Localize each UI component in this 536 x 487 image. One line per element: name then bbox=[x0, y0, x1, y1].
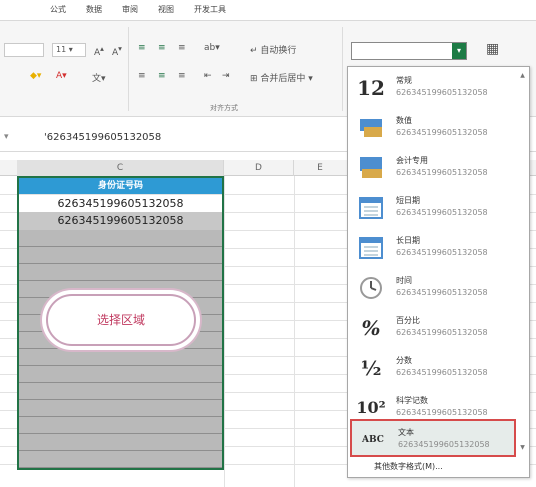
calendar-icon bbox=[356, 233, 386, 263]
conditional-format-icon[interactable]: ▦ bbox=[486, 41, 499, 57]
tab-view[interactable]: 视图 bbox=[148, 0, 184, 20]
formula-input[interactable]: '626345199605132058 bbox=[44, 132, 161, 143]
font-size-value: 11 bbox=[56, 45, 67, 54]
format-item-text[interactable]: ABC 文本 626345199605132058 bbox=[350, 419, 516, 457]
fill-color-icon[interactable]: ◆▾ bbox=[30, 71, 41, 81]
format-sample: 626345199605132058 bbox=[396, 128, 488, 137]
decrease-indent-icon[interactable]: ⇤ bbox=[204, 71, 212, 81]
orientation-icon[interactable]: ab▾ bbox=[204, 43, 220, 53]
increase-indent-icon[interactable]: ⇥ bbox=[222, 71, 230, 81]
phonetic-icon[interactable]: 文▾ bbox=[92, 71, 106, 84]
font-name-box[interactable] bbox=[4, 43, 44, 57]
alignment-group-label: 对齐方式 bbox=[210, 104, 238, 112]
align-middle-icon[interactable]: ≡ bbox=[158, 43, 166, 53]
font-size-box[interactable]: 11 ▾ bbox=[52, 43, 86, 57]
scroll-up-icon[interactable]: ▲ bbox=[518, 71, 527, 80]
format-item-short-date[interactable]: 短日期 626345199605132058 bbox=[350, 189, 516, 227]
wrap-text-button[interactable]: ↵ 自动换行 bbox=[250, 43, 296, 56]
clock-icon bbox=[356, 273, 386, 303]
format-item-time[interactable]: 时间 626345199605132058 bbox=[350, 269, 516, 307]
more-number-formats-link[interactable]: 其他数字格式(M)... bbox=[374, 461, 443, 472]
number-format-dropdown: 12 常规 626345199605132058 数值 626345199605… bbox=[347, 66, 530, 478]
format-sample: 626345199605132058 bbox=[396, 88, 488, 97]
number-format-combo[interactable]: ▾ bbox=[351, 42, 467, 60]
increase-font-icon[interactable]: A▴ bbox=[94, 44, 104, 58]
format-name: 时间 bbox=[396, 276, 412, 285]
merge-center-button[interactable]: ⊞ 合并后居中 ▾ bbox=[250, 71, 313, 84]
format-name: 常规 bbox=[396, 76, 412, 85]
fraction-icon: ½ bbox=[360, 356, 382, 380]
format-name: 文本 bbox=[398, 428, 414, 437]
text-abc-icon: ABC bbox=[362, 435, 384, 445]
format-name: 长日期 bbox=[396, 236, 420, 245]
format-name: 数值 bbox=[396, 116, 412, 125]
wrap-text-label: 自动换行 bbox=[260, 46, 297, 56]
format-sample: 626345199605132058 bbox=[396, 408, 488, 417]
general-icon: 12 bbox=[357, 76, 385, 100]
align-bottom-icon[interactable]: ≡ bbox=[178, 43, 186, 53]
format-name: 科学记数 bbox=[396, 396, 428, 405]
format-sample: 626345199605132058 bbox=[396, 248, 488, 257]
align-top-icon[interactable]: ≡ bbox=[138, 43, 146, 53]
format-sample: 626345199605132058 bbox=[396, 368, 488, 377]
format-name: 会计专用 bbox=[396, 156, 428, 165]
dropdown-scrollbar[interactable]: ▲ ▼ bbox=[518, 71, 527, 471]
align-right-icon[interactable]: ≡ bbox=[178, 71, 186, 81]
format-item-percentage[interactable]: % 百分比 626345199605132058 bbox=[350, 309, 516, 347]
format-sample: 626345199605132058 bbox=[396, 328, 488, 337]
format-sample: 626345199605132058 bbox=[396, 288, 488, 297]
calendar-icon bbox=[356, 193, 386, 223]
font-color-icon[interactable]: A▾ bbox=[56, 71, 67, 81]
format-item-fraction[interactable]: ½ 分数 626345199605132058 bbox=[350, 349, 516, 387]
tab-data[interactable]: 数据 bbox=[76, 0, 112, 20]
format-item-general[interactable]: 12 常规 626345199605132058 bbox=[350, 69, 516, 107]
tab-review[interactable]: 审阅 bbox=[112, 0, 148, 20]
scroll-down-icon[interactable]: ▼ bbox=[518, 443, 527, 452]
format-item-long-date[interactable]: 长日期 626345199605132058 bbox=[350, 229, 516, 267]
currency-icon bbox=[356, 113, 386, 143]
merge-center-label: 合并后居中 bbox=[260, 74, 306, 84]
gridline bbox=[224, 176, 225, 487]
format-name: 分数 bbox=[396, 356, 412, 365]
format-sample: 626345199605132058 bbox=[396, 208, 488, 217]
align-left-icon[interactable]: ≡ bbox=[138, 71, 146, 81]
column-header-d[interactable]: D bbox=[224, 160, 294, 176]
percent-icon: % bbox=[361, 316, 381, 340]
format-sample: 626345199605132058 bbox=[398, 440, 490, 449]
accounting-icon bbox=[356, 153, 386, 183]
group-divider bbox=[128, 27, 129, 111]
chevron-down-icon[interactable]: ▾ bbox=[452, 43, 466, 59]
align-center-icon[interactable]: ≡ bbox=[158, 71, 166, 81]
format-sample: 626345199605132058 bbox=[396, 168, 488, 177]
tab-developer[interactable]: 开发工具 bbox=[184, 0, 236, 20]
callout-cloud: 选择区域 bbox=[46, 294, 196, 346]
format-name: 短日期 bbox=[396, 196, 420, 205]
column-header-e[interactable]: E bbox=[294, 160, 346, 176]
format-item-accounting[interactable]: 会计专用 626345199605132058 bbox=[350, 149, 516, 187]
format-name: 百分比 bbox=[396, 316, 420, 325]
name-box-arrow-icon[interactable]: ▾ bbox=[4, 132, 9, 142]
tab-formulas[interactable]: 公式 bbox=[40, 0, 76, 20]
decrease-font-icon[interactable]: A▾ bbox=[112, 44, 122, 58]
group-divider bbox=[342, 27, 343, 111]
column-header-c[interactable]: C bbox=[17, 160, 224, 176]
format-item-number[interactable]: 数值 626345199605132058 bbox=[350, 109, 516, 147]
ribbon-tabs: 公式 数据 审阅 视图 开发工具 bbox=[0, 0, 536, 20]
gridline bbox=[294, 176, 295, 487]
